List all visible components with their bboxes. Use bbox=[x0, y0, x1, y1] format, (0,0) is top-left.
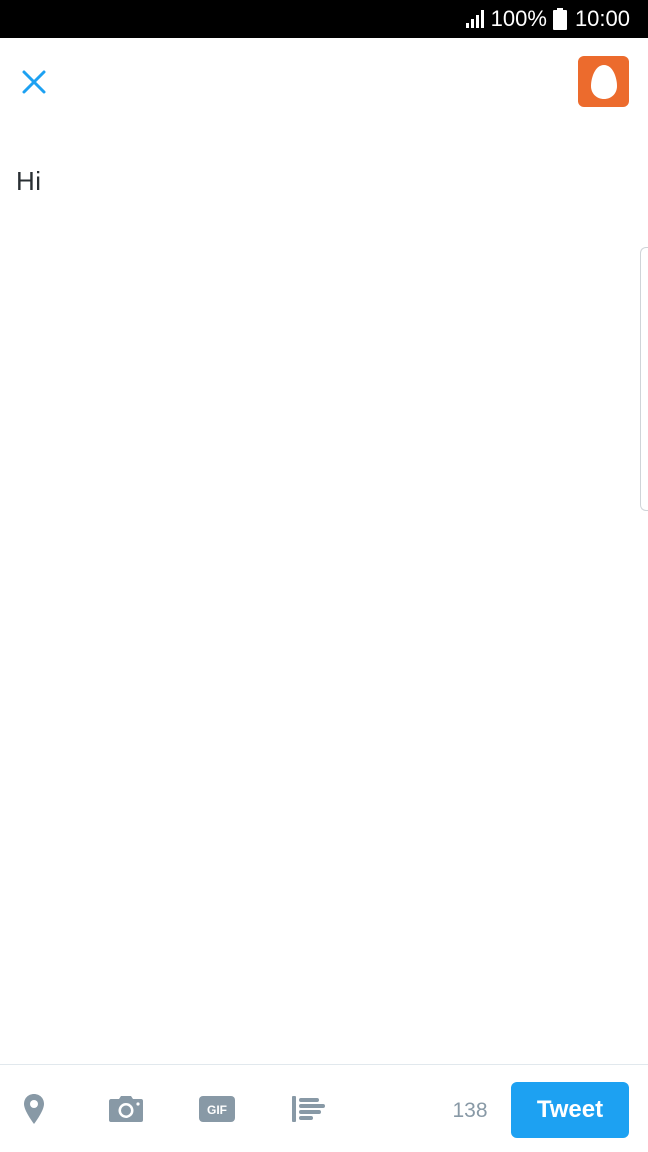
clock: 10:00 bbox=[574, 6, 630, 31]
close-button[interactable] bbox=[14, 62, 54, 102]
character-count: 138 bbox=[452, 1099, 488, 1122]
status-bar: 100% 10:00 bbox=[0, 0, 648, 38]
location-pin-icon bbox=[24, 1094, 44, 1124]
camera-button[interactable] bbox=[106, 1087, 146, 1131]
avatar[interactable] bbox=[578, 56, 629, 107]
compose-toolbar: GIF 138 Tweet bbox=[0, 1064, 648, 1152]
camera-icon bbox=[109, 1096, 143, 1122]
signal-icon bbox=[465, 9, 485, 29]
gif-label: GIF bbox=[207, 1103, 227, 1117]
poll-button[interactable] bbox=[289, 1087, 329, 1131]
gif-icon: GIF bbox=[199, 1096, 235, 1122]
close-icon bbox=[22, 70, 46, 94]
location-button[interactable] bbox=[14, 1087, 54, 1131]
tweet-text-input[interactable]: Hi bbox=[16, 166, 616, 197]
poll-icon bbox=[292, 1096, 325, 1122]
edge-panel-handle[interactable] bbox=[640, 247, 648, 511]
egg-avatar-icon bbox=[590, 64, 617, 99]
battery-icon bbox=[552, 8, 567, 30]
compose-tweet-screen: 100% 10:00 Hi GIF 138 Tweet bbox=[0, 0, 648, 1152]
gif-button[interactable]: GIF bbox=[197, 1087, 237, 1131]
tweet-button[interactable]: Tweet bbox=[511, 1082, 629, 1138]
battery-percent: 100% bbox=[490, 6, 547, 31]
